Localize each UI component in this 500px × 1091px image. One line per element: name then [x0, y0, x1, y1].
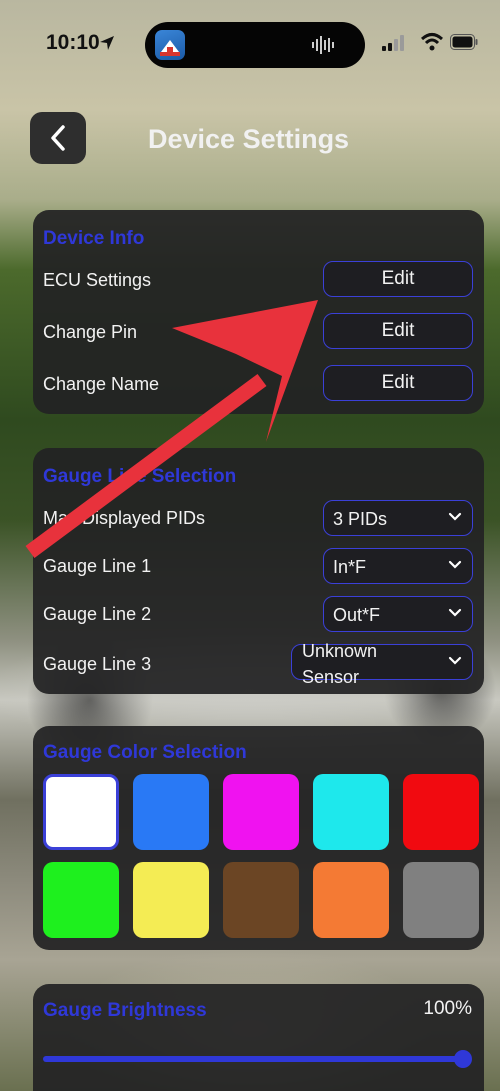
gauge-line-selection-card: Gauge Line Selection Max Displayed PIDs … — [33, 448, 484, 694]
chevron-down-icon — [448, 560, 462, 569]
color-swatch[interactable] — [223, 862, 299, 938]
color-swatch[interactable] — [313, 774, 389, 850]
gauge-line-2-select[interactable]: Out*F — [323, 596, 473, 632]
audio-waveform-icon — [312, 36, 334, 54]
gauge-color-selection-title: Gauge Color Selection — [43, 742, 247, 763]
chevron-left-icon — [51, 125, 65, 151]
gauge-line-2-label: Gauge Line 2 — [43, 604, 152, 624]
color-swatch[interactable] — [43, 774, 119, 850]
status-time: 10:10 — [46, 31, 100, 54]
select-value: 3 PIDs — [333, 509, 388, 529]
gauge-line-3-label: Gauge Line 3 — [43, 654, 152, 674]
gauge-line-1-label: Gauge Line 1 — [43, 556, 152, 576]
select-value: In*F — [333, 557, 367, 577]
max-displayed-pids-label: Max Displayed PIDs — [43, 508, 206, 528]
wifi-icon — [420, 33, 444, 51]
location-arrow-icon — [100, 36, 114, 50]
gauge-line-selection-title: Gauge Line Selection — [43, 466, 237, 487]
max-displayed-pids-select[interactable]: 3 PIDs — [323, 500, 473, 536]
change-name-edit-button[interactable]: Edit — [323, 365, 473, 401]
color-swatch[interactable] — [223, 774, 299, 850]
change-pin-edit-button[interactable]: Edit — [323, 313, 473, 349]
back-button[interactable] — [30, 112, 86, 164]
color-swatch[interactable] — [403, 774, 479, 850]
brightness-slider-thumb[interactable] — [454, 1050, 472, 1068]
gauge-line-1-select[interactable]: In*F — [323, 548, 473, 584]
chevron-down-icon — [448, 512, 462, 521]
change-pin-label: Change Pin — [43, 322, 138, 342]
status-bar: 10:10 — [0, 0, 500, 90]
select-value: Out*F — [333, 605, 381, 625]
gauge-color-selection-card: Gauge Color Selection — [33, 726, 484, 950]
color-swatch[interactable] — [133, 862, 209, 938]
select-value: Unknown Sensor — [302, 641, 378, 687]
battery-icon — [450, 34, 478, 50]
page-title: Device Settings — [148, 124, 350, 154]
cellular-signal-icon — [382, 35, 404, 51]
color-swatch[interactable] — [133, 774, 209, 850]
color-swatch[interactable] — [313, 862, 389, 938]
ecu-settings-label: ECU Settings — [43, 270, 152, 290]
gauge-brightness-title: Gauge Brightness — [43, 1000, 207, 1021]
house-logo-icon — [160, 40, 180, 56]
gauge-line-3-select[interactable]: Unknown Sensor — [291, 641, 473, 687]
app-icon — [155, 30, 185, 60]
device-info-card: Device Info ECU Settings Edit Change Pin… — [33, 210, 484, 414]
color-swatch[interactable] — [403, 862, 479, 938]
dynamic-island — [145, 22, 365, 68]
gauge-brightness-card: Gauge Brightness 100% — [33, 984, 484, 1091]
change-name-label: Change Name — [43, 374, 160, 394]
device-info-title: Device Info — [43, 228, 145, 249]
chevron-down-icon — [448, 608, 462, 617]
brightness-slider-track[interactable] — [43, 1056, 467, 1062]
ecu-settings-edit-button[interactable]: Edit — [323, 261, 473, 297]
brightness-value: 100% — [423, 998, 472, 1019]
chevron-down-icon — [448, 656, 462, 665]
color-swatch[interactable] — [43, 862, 119, 938]
